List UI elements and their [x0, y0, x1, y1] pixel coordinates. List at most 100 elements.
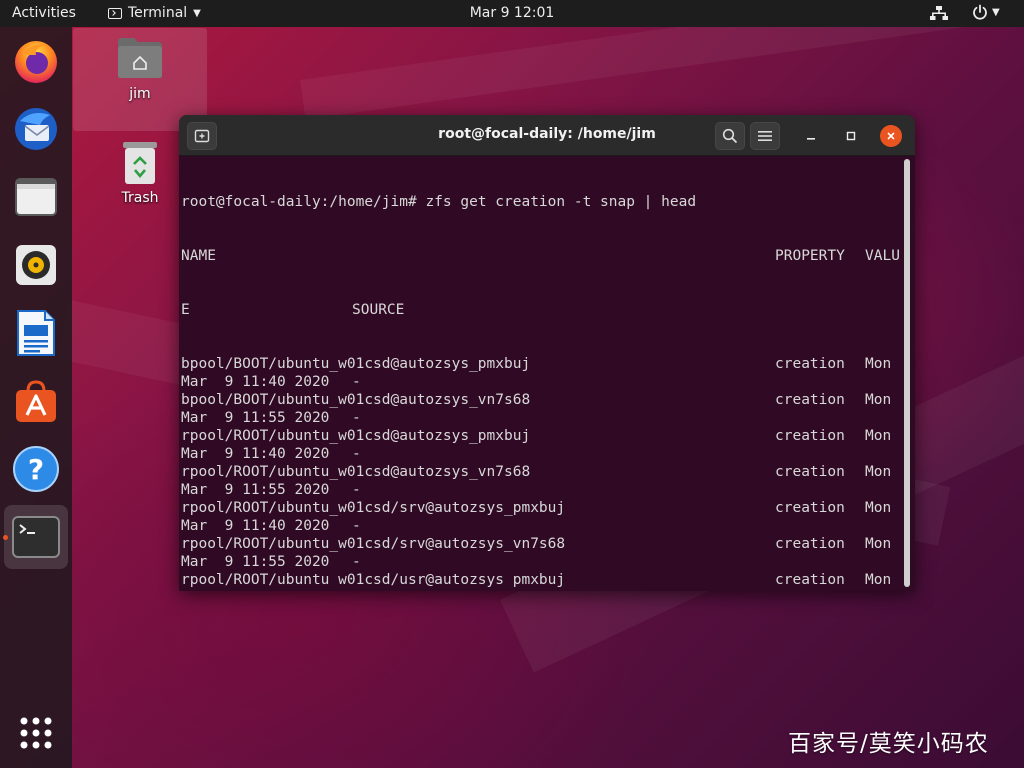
command-text: zfs get creation -t snap | head — [425, 194, 697, 210]
snapshot-value-start: Mon — [865, 392, 892, 408]
table-row-wrap: Mar 9 11:55 2020 - — [181, 553, 901, 571]
snapshot-value-rest: Mar 9 11:40 2020 — [181, 374, 330, 390]
snapshot-source: - — [352, 446, 361, 462]
app-menu-label: Terminal — [128, 5, 188, 21]
terminal-headerbar[interactable]: root@focal-daily: /home/jim — [179, 115, 915, 156]
snapshot-list: bpool/BOOT/ubuntu_w01csd@autozsys_pmxbuj… — [181, 355, 901, 587]
table-row: rpool/ROOT/ubuntu_w01csd/usr@autozsys_pm… — [181, 571, 901, 587]
table-row: rpool/ROOT/ubuntu_w01csd/srv@autozsys_vn… — [181, 535, 901, 553]
snapshot-value-start: Mon — [865, 500, 892, 516]
power-icon — [973, 4, 987, 20]
rhythmbox-icon — [16, 245, 56, 285]
maximize-icon — [846, 131, 856, 141]
table-row-wrap: Mar 9 11:55 2020 - — [181, 481, 901, 499]
snapshot-value-rest: Mar 9 11:55 2020 — [181, 482, 330, 498]
trash-icon — [123, 142, 157, 184]
app-grid-icon — [20, 717, 52, 749]
running-indicator — [3, 535, 8, 540]
activities-button[interactable]: Activities — [12, 5, 76, 21]
table-row: rpool/ROOT/ubuntu_w01csd@autozsys_vn7s68… — [181, 463, 901, 481]
scrollbar[interactable] — [904, 159, 910, 587]
new-tab-icon — [194, 129, 210, 143]
snapshot-name: bpool/BOOT/ubuntu_w01csd@autozsys_vn7s68 — [181, 392, 531, 408]
menu-button[interactable] — [750, 122, 780, 150]
table-row-wrap: Mar 9 11:40 2020 - — [181, 373, 901, 391]
hamburger-menu-icon — [758, 131, 772, 141]
system-menu[interactable]: ▼ — [972, 4, 1000, 20]
watermark: 百家号/莫笑小码农 — [788, 731, 989, 757]
svg-text:?: ? — [28, 453, 44, 486]
header-source: SOURCE — [352, 302, 405, 318]
snapshot-name: rpool/ROOT/ubuntu_w01csd/srv@autozsys_pm… — [181, 500, 566, 516]
header-value-wrap: E — [181, 302, 190, 318]
snapshot-name: rpool/ROOT/ubuntu_w01csd/srv@autozsys_vn… — [181, 536, 566, 552]
desktop-home-folder[interactable]: jim — [100, 36, 180, 102]
thunderbird-icon — [15, 108, 57, 150]
dock-files[interactable] — [10, 171, 62, 223]
search-icon — [722, 128, 738, 144]
snapshot-source: - — [352, 518, 361, 534]
snapshot-value-start: Mon — [865, 356, 892, 372]
snapshot-property: creation — [775, 464, 845, 480]
new-tab-button[interactable] — [187, 122, 217, 150]
snapshot-property: creation — [775, 536, 845, 552]
dock-firefox[interactable] — [10, 35, 62, 87]
snapshot-name: bpool/BOOT/ubuntu_w01csd@autozsys_pmxbuj — [181, 356, 531, 372]
header-name: NAME — [181, 248, 216, 264]
chevron-down-icon: ▼ — [193, 7, 201, 19]
snapshot-name: rpool/ROOT/ubuntu_w01csd@autozsys_pmxbuj — [181, 428, 531, 444]
app-menu[interactable]: Terminal ▼ — [108, 5, 201, 21]
firefox-icon — [15, 41, 57, 83]
files-icon — [15, 178, 57, 216]
table-row: rpool/ROOT/ubuntu_w01csd/srv@autozsys_pm… — [181, 499, 901, 517]
clock[interactable]: Mar 9 12:01 — [470, 5, 555, 21]
table-row-wrap: Mar 9 11:40 2020 - — [181, 517, 901, 535]
table-row: bpool/BOOT/ubuntu_w01csd@autozsys_vn7s68… — [181, 391, 901, 409]
header-line: NAME PROPERTY VALU — [181, 247, 901, 265]
close-icon — [887, 132, 895, 140]
dock-software[interactable] — [10, 375, 62, 427]
dock: ? — [0, 27, 72, 768]
minimize-button[interactable] — [800, 125, 822, 147]
top-bar: Activities Terminal ▼ Mar 9 12:01 ▼ — [0, 0, 1024, 27]
terminal-app-icon — [108, 7, 122, 19]
snapshot-source: - — [352, 482, 361, 498]
snapshot-value-start: Mon — [865, 536, 892, 552]
dock-show-applications[interactable] — [10, 707, 62, 759]
search-button[interactable] — [715, 122, 745, 150]
desktop-trash[interactable]: Trash — [100, 140, 180, 206]
terminal-window[interactable]: root@focal-daily: /home/jim root@focal-d… — [179, 115, 915, 591]
table-row: bpool/BOOT/ubuntu_w01csd@autozsys_pmxbuj… — [181, 355, 901, 373]
dock-help[interactable]: ? — [10, 443, 62, 495]
snapshot-source: - — [352, 374, 361, 390]
snapshot-name: rpool/ROOT/ubuntu_w01csd@autozsys_vn7s68 — [181, 464, 531, 480]
snapshot-value-start: Mon — [865, 464, 892, 480]
network-wired-icon[interactable] — [930, 6, 948, 21]
table-row: rpool/ROOT/ubuntu_w01csd@autozsys_pmxbuj… — [181, 427, 901, 445]
trash-label: Trash — [121, 190, 159, 206]
dock-rhythmbox[interactable] — [10, 239, 62, 291]
terminal-output[interactable]: root@focal-daily:/home/jim# zfs get crea… — [181, 157, 901, 587]
dock-terminal[interactable] — [4, 505, 68, 569]
snapshot-property: creation — [775, 392, 845, 408]
home-folder-label: jim — [129, 86, 151, 102]
header-value: VALU — [865, 248, 900, 264]
table-row-wrap: Mar 9 11:40 2020 - — [181, 445, 901, 463]
command-line: root@focal-daily:/home/jim# zfs get crea… — [181, 193, 901, 211]
close-button[interactable] — [880, 125, 902, 147]
table-row-wrap: Mar 9 11:55 2020 - — [181, 409, 901, 427]
snapshot-name: rpool/ROOT/ubuntu_w01csd/usr@autozsys_pm… — [181, 572, 566, 587]
maximize-button[interactable] — [840, 125, 862, 147]
snapshot-value-rest: Mar 9 11:55 2020 — [181, 410, 330, 426]
header-line-wrap: E SOURCE — [181, 301, 901, 319]
snapshot-value-start: Mon — [865, 572, 892, 587]
snapshot-property: creation — [775, 356, 845, 372]
dock-thunderbird[interactable] — [10, 103, 62, 155]
software-center-icon — [16, 380, 56, 422]
scrollbar-thumb[interactable] — [904, 159, 910, 587]
snapshot-value-rest: Mar 9 11:40 2020 — [181, 446, 330, 462]
dock-writer[interactable] — [10, 307, 62, 359]
snapshot-value-rest: Mar 9 11:40 2020 — [181, 518, 330, 534]
minimize-icon — [807, 138, 815, 140]
chevron-down-icon: ▼ — [992, 6, 1000, 18]
